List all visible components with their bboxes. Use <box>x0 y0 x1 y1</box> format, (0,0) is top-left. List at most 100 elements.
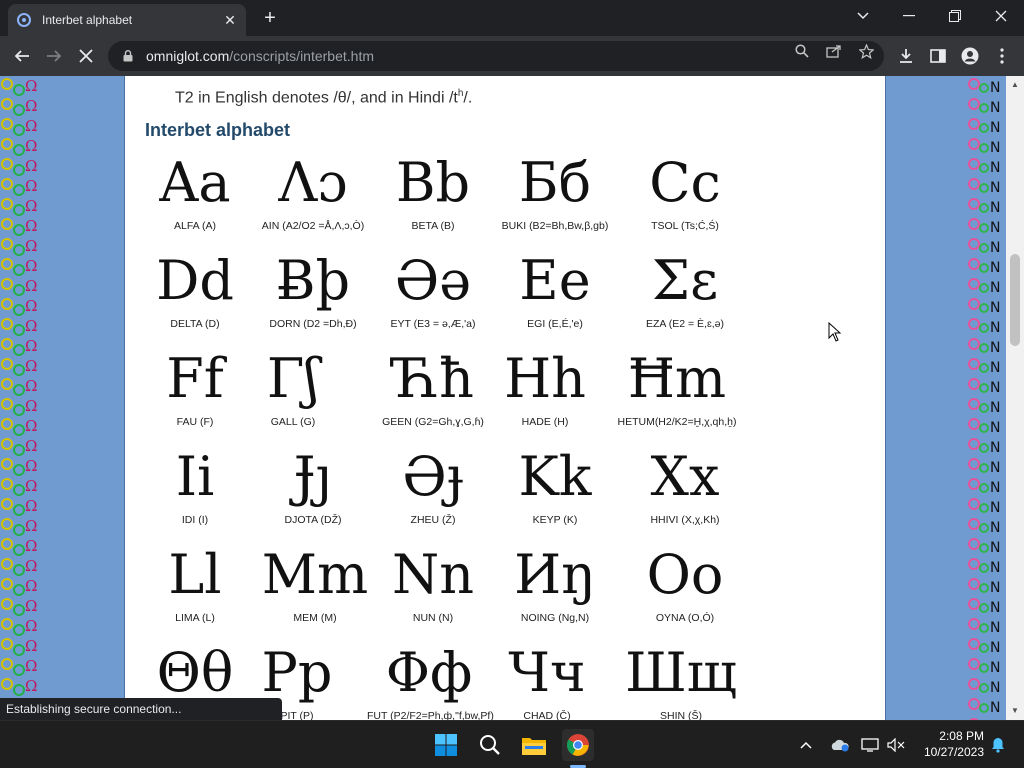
letter-caption: NOING (Ng,N) <box>520 612 590 624</box>
letter-caption: CHAD (Č) <box>523 710 571 720</box>
letter-caption: DELTA (D) <box>170 318 220 330</box>
letter-cell: Cc TSOL (Ts;Ć,Ś) <box>623 148 747 246</box>
letter-caption: OYNA (O,Ó) <box>655 612 715 624</box>
letter-cell: Ћħ GEEN (G2=Gh,ɣ,G,ɦ) <box>371 344 495 442</box>
letter-glyph: Əɟ <box>402 445 464 508</box>
letter-cell: Ɉȷ DJOTA (DŽ) <box>251 442 375 540</box>
address-bar[interactable]: omniglot.com/conscripts/interbet.htm <box>108 41 884 71</box>
share-icon[interactable] <box>826 43 842 59</box>
close-icon[interactable]: ✕ <box>222 12 238 28</box>
letter-caption: BUKI (B2=Bh,Bw,β,gb) <box>501 220 609 232</box>
letter-glyph: Hh <box>504 347 586 410</box>
letter-caption: IDI (I) <box>181 514 209 526</box>
letter-glyph: Шщ <box>625 641 737 704</box>
letter-caption: GEEN (G2=Gh,ɣ,G,ɦ) <box>382 416 484 428</box>
status-bubble: Establishing secure connection... <box>0 698 282 720</box>
notification-bell-icon[interactable] <box>988 735 1008 755</box>
letter-cell: Чч CHAD (Č) <box>485 638 609 720</box>
windows-start-icon[interactable] <box>430 729 462 761</box>
letter-glyph: Xx <box>650 445 720 508</box>
letter-cell: Ll LIMA (L) <box>133 540 257 638</box>
intro-end: /. <box>463 89 473 107</box>
intro-paragraph: T2 in English denotes /θ/, and in Hindi … <box>175 88 472 107</box>
letter-cell: Oo OYNA (O,Ó) <box>623 540 747 638</box>
scroll-up-arrow-icon[interactable]: ▲ <box>1006 78 1024 92</box>
letter-caption: DJOTA (DŽ) <box>284 514 342 526</box>
restore-icon[interactable] <box>932 0 978 32</box>
window-close-icon[interactable] <box>978 0 1024 32</box>
chrome-icon[interactable] <box>562 729 594 761</box>
letter-cell: Mm MEM (M) <box>253 540 377 638</box>
browser-tab[interactable]: Interbet alphabet ✕ <box>8 4 246 36</box>
system-clock[interactable]: 2:08 PM 10/27/2023 <box>912 728 984 760</box>
lock-icon[interactable] <box>120 48 136 64</box>
mouse-pointer-icon <box>828 321 842 347</box>
onedrive-icon[interactable] <box>830 735 850 755</box>
letter-glyph: Aa <box>159 151 231 214</box>
letter-caption: EYT (E3 = ə,Æ,'a) <box>390 318 476 330</box>
profile-icon[interactable] <box>960 46 980 66</box>
intro-text: T2 in English denotes /θ/, and in Hindi … <box>175 89 458 107</box>
letter-cell: Φф FUT (P2/F2=Ph,ф,"f,bw,Pf) <box>367 638 494 720</box>
letter-glyph: Φф <box>385 641 473 704</box>
letter-caption: ZHEU (Ž) <box>410 514 456 526</box>
letter-cell: Иŋ NOING (Ng,N) <box>493 540 617 638</box>
chevron-down-icon[interactable] <box>840 0 886 32</box>
letter-glyph: Ii <box>175 445 215 508</box>
page-viewport[interactable]: Ω T2 in English denotes /θ/, and in Hind… <box>0 76 1024 720</box>
letter-cell: Əə EYT (E3 = ə,Æ,'a) <box>371 246 495 344</box>
letter-glyph: Иŋ <box>514 543 596 606</box>
letter-glyph: Ll <box>168 543 222 606</box>
forward-icon[interactable] <box>40 42 68 70</box>
letter-caption: HETUM(H2/K2=Ḫ,χ,qh,ẖ) <box>617 416 737 428</box>
letter-cell: Ħm HETUM(H2/K2=Ḫ,χ,qh,ẖ) <box>615 344 739 442</box>
url-path: /conscripts/interbet.htm <box>229 48 374 64</box>
file-explorer-icon[interactable] <box>518 729 550 761</box>
letter-cell: Əɟ ZHEU (Ž) <box>371 442 495 540</box>
letter-glyph: Ee <box>519 249 591 312</box>
letter-caption: ALFA (A) <box>173 220 216 232</box>
letter-glyph: Ʃε <box>651 249 719 312</box>
letter-cell: Шщ SHIN (Š) <box>619 638 743 720</box>
letter-glyph: Бб <box>518 151 592 214</box>
letter-caption: FUT (P2/F2=Ph,ф,"f,bw,Pf) <box>367 710 494 720</box>
letter-cell: Ii IDI (I) <box>133 442 257 540</box>
stop-icon[interactable] <box>72 42 100 70</box>
chrome-favicon <box>16 12 32 28</box>
letter-caption: EGI (E,É,'e) <box>527 318 583 330</box>
letter-glyph: Oo <box>646 543 724 606</box>
scrollbar-thumb[interactable] <box>1010 254 1020 346</box>
letter-glyph: Λɔ <box>278 151 348 214</box>
minimize-icon[interactable] <box>886 0 932 32</box>
letter-cell: Γʃ GALL (G) <box>231 344 355 442</box>
letter-cell: Hh HADE (H) <box>483 344 607 442</box>
letter-cell: Ee EGI (E,É,'e) <box>493 246 617 344</box>
browser-toolbar: omniglot.com/conscripts/interbet.htm <box>0 36 1024 76</box>
sidepanel-icon[interactable] <box>928 46 948 66</box>
decorative-border-right: N <box>964 76 1008 720</box>
back-icon[interactable] <box>8 42 36 70</box>
star-icon[interactable] <box>858 43 874 59</box>
letter-glyph: Ɉȷ <box>293 445 333 508</box>
display-icon[interactable] <box>860 735 880 755</box>
letter-glyph: Dd <box>156 249 234 312</box>
letter-cell: Kk KEYP (K) <box>493 442 617 540</box>
letter-cell: Xx HHIVI (X,χ,Kh) <box>623 442 747 540</box>
letter-glyph: Mm <box>261 543 369 606</box>
letter-caption: DORN (D2 =Dh,Ð) <box>269 318 357 330</box>
menu-icon[interactable] <box>992 46 1012 66</box>
vertical-scrollbar[interactable]: ▲ ▼ <box>1006 76 1024 720</box>
volume-muted-icon[interactable] <box>886 735 906 755</box>
letter-cell: Бб BUKI (B2=Bh,Bw,β,gb) <box>493 148 617 246</box>
letter-caption: MEM (M) <box>293 612 337 624</box>
download-icon[interactable] <box>896 46 916 66</box>
tray-chevron-icon[interactable] <box>796 735 816 755</box>
search-icon[interactable] <box>794 43 810 59</box>
scroll-down-arrow-icon[interactable]: ▼ <box>1006 704 1024 718</box>
windows-taskbar: 2:08 PM 10/27/2023 <box>0 720 1024 768</box>
letter-cell: Λɔ AIN (A2/O2 =Å,Λ,ɔ,Ò) <box>251 148 375 246</box>
clock-time: 2:08 PM <box>939 729 984 743</box>
plus-icon[interactable]: + <box>258 6 282 30</box>
taskbar-search-icon[interactable] <box>474 729 506 761</box>
letter-cell: Aa ALFA (A) <box>133 148 257 246</box>
